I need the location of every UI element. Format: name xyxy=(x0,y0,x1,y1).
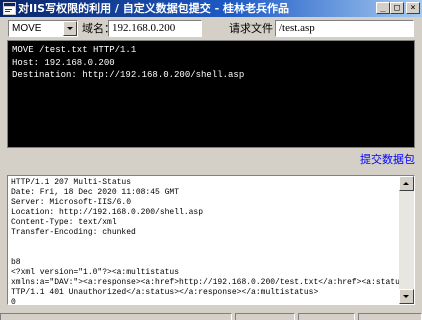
response-line: HTTP/1.1 207 Multi-Status xyxy=(11,178,132,187)
response-line: ​ xyxy=(11,248,399,258)
response-line: Transfer-Encoding: chunked xyxy=(11,228,136,237)
response-line: Content-Type: text/xml xyxy=(11,218,117,227)
maximize-button[interactable]: □ xyxy=(390,2,404,14)
window-title: 对IIS写权限的利用 / 自定义数据包提交 - 桂林老兵作品 xyxy=(18,2,290,15)
file-input[interactable]: /test.asp xyxy=(275,20,414,37)
request-textarea[interactable]: MOVE /test.txt HTTP/1.1 Host: 192.168.0.… xyxy=(7,40,415,148)
response-line: TTP/1.1 401 Unauthorized</a:status></a:r… xyxy=(11,288,319,297)
status-pane xyxy=(0,313,232,320)
chevron-down-icon[interactable] xyxy=(63,21,77,36)
method-select-value: MOVE xyxy=(12,23,42,34)
response-line: Server: Microsoft-IIS/6.0 xyxy=(11,198,132,207)
vertical-scrollbar[interactable] xyxy=(399,176,414,304)
close-button[interactable]: × xyxy=(406,2,420,14)
response-line: Location: http://192.168.0.200/shell.asp xyxy=(11,208,204,217)
minimize-button[interactable]: _ xyxy=(376,2,390,14)
response-line: xmlns:a="DAV:"><a:response><a:href>http:… xyxy=(11,278,399,287)
response-line: Date: Fri, 18 Dec 2020 11:08:45 GMT xyxy=(11,188,180,197)
status-bar xyxy=(0,312,422,320)
response-line: ​ xyxy=(11,238,399,248)
submit-packet-link[interactable]: 提交数据包 xyxy=(360,152,415,167)
app-icon xyxy=(3,2,16,15)
domain-input[interactable]: 192.168.0.200 xyxy=(108,20,202,37)
scroll-down-button[interactable] xyxy=(399,289,414,304)
title-bar[interactable]: 对IIS写权限的利用 / 自定义数据包提交 - 桂林老兵作品 _ □ × xyxy=(0,0,422,17)
request-line: MOVE /test.txt HTTP/1.1 xyxy=(12,45,137,55)
response-line: <?xml version="1.0"?><a:multistatus xyxy=(11,268,180,277)
status-pane xyxy=(235,313,295,320)
request-line: Host: 192.168.0.200 xyxy=(12,57,115,68)
response-textarea[interactable]: HTTP/1.1 207 Multi-Status Date: Fri, 18 … xyxy=(7,175,415,308)
app-window: 对IIS写权限的利用 / 自定义数据包提交 - 桂林老兵作品 _ □ × MOV… xyxy=(0,0,422,320)
status-pane xyxy=(298,313,355,320)
response-content: HTTP/1.1 207 Multi-Status Date: Fri, 18 … xyxy=(11,178,399,308)
response-line: b8 xyxy=(11,258,21,267)
scroll-up-button[interactable] xyxy=(399,176,414,191)
request-line: Destination: http://192.168.0.200/shell.… xyxy=(12,70,245,80)
status-pane xyxy=(358,313,422,320)
method-select[interactable]: MOVE xyxy=(8,20,78,37)
response-line: 0 xyxy=(11,298,16,307)
